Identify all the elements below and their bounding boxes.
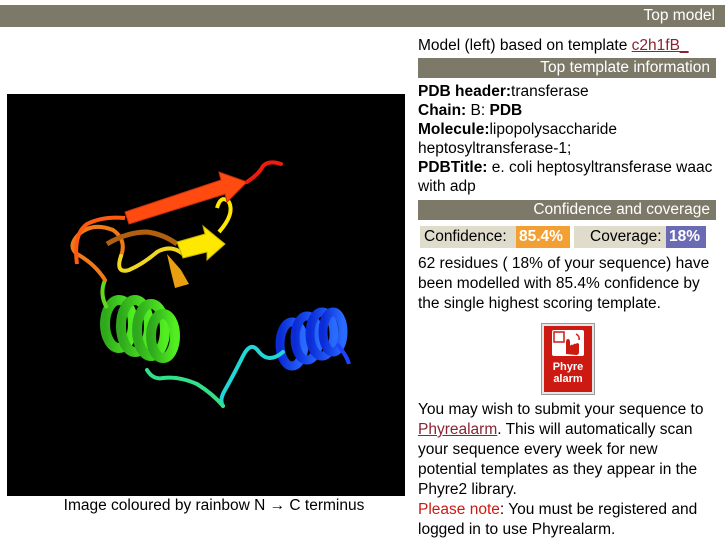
pdb-header-value: transferase bbox=[511, 83, 589, 100]
info-panel: Model (left) based on template c2h1fB_ T… bbox=[418, 36, 718, 540]
protein-ribbon-graphic bbox=[70, 160, 351, 408]
chain-pdb: PDB bbox=[489, 102, 523, 119]
confidence-value: 85.4% bbox=[516, 226, 570, 248]
phyrealarm-text: You may wish to submit your sequence to … bbox=[418, 400, 718, 500]
registration-note: Please note: You must be registered and … bbox=[418, 500, 718, 540]
top-template-title: Top template information bbox=[540, 59, 710, 76]
pdbtitle-label: PDBTitle: bbox=[418, 159, 488, 176]
chain-label: Chain: bbox=[418, 102, 467, 119]
top-model-title: Top model bbox=[643, 7, 715, 24]
model-template-line: Model (left) based on template c2h1fB_ bbox=[418, 36, 718, 56]
hand-icon bbox=[552, 330, 584, 356]
top-template-info: PDB header:transferase Chain: B: PDB Mol… bbox=[418, 78, 718, 200]
image-caption: Image coloured by rainbow N → C terminus bbox=[63, 497, 365, 514]
alarm-label-line1: Phyre bbox=[552, 361, 584, 373]
chain-value: B: bbox=[466, 102, 490, 119]
alarm-label-line2: alarm bbox=[553, 373, 583, 385]
confidence-header: Confidence and coverage bbox=[418, 200, 716, 220]
model-prefix: Model (left) based on template bbox=[418, 37, 632, 54]
coverage-label: Coverage: bbox=[574, 226, 666, 248]
top-model-header: Top model bbox=[0, 5, 725, 27]
template-link[interactable]: c2h1fB_ bbox=[632, 37, 689, 54]
top-template-header: Top template information bbox=[418, 58, 716, 78]
protein-model-image bbox=[7, 94, 405, 496]
confidence-title: Confidence and coverage bbox=[533, 201, 710, 218]
molecule-label: Molecule: bbox=[418, 121, 490, 138]
phyrealarm-text-before: You may wish to submit your sequence to bbox=[418, 401, 704, 418]
coverage-description: 62 residues ( 18% of your sequence) have… bbox=[418, 255, 710, 312]
phyrealarm-button[interactable]: Phyre alarm bbox=[542, 324, 594, 394]
alarm-label: Phyre alarm bbox=[553, 361, 584, 385]
phyrealarm-link[interactable]: Phyrealarm bbox=[418, 421, 497, 438]
coverage-value: 18% bbox=[666, 226, 706, 248]
pdb-header-label: PDB header: bbox=[418, 83, 512, 100]
note-label: Please note bbox=[418, 501, 500, 518]
confidence-coverage-table: Confidence: 85.4% Coverage: 18% bbox=[420, 226, 718, 248]
confidence-label: Confidence: bbox=[420, 226, 516, 248]
